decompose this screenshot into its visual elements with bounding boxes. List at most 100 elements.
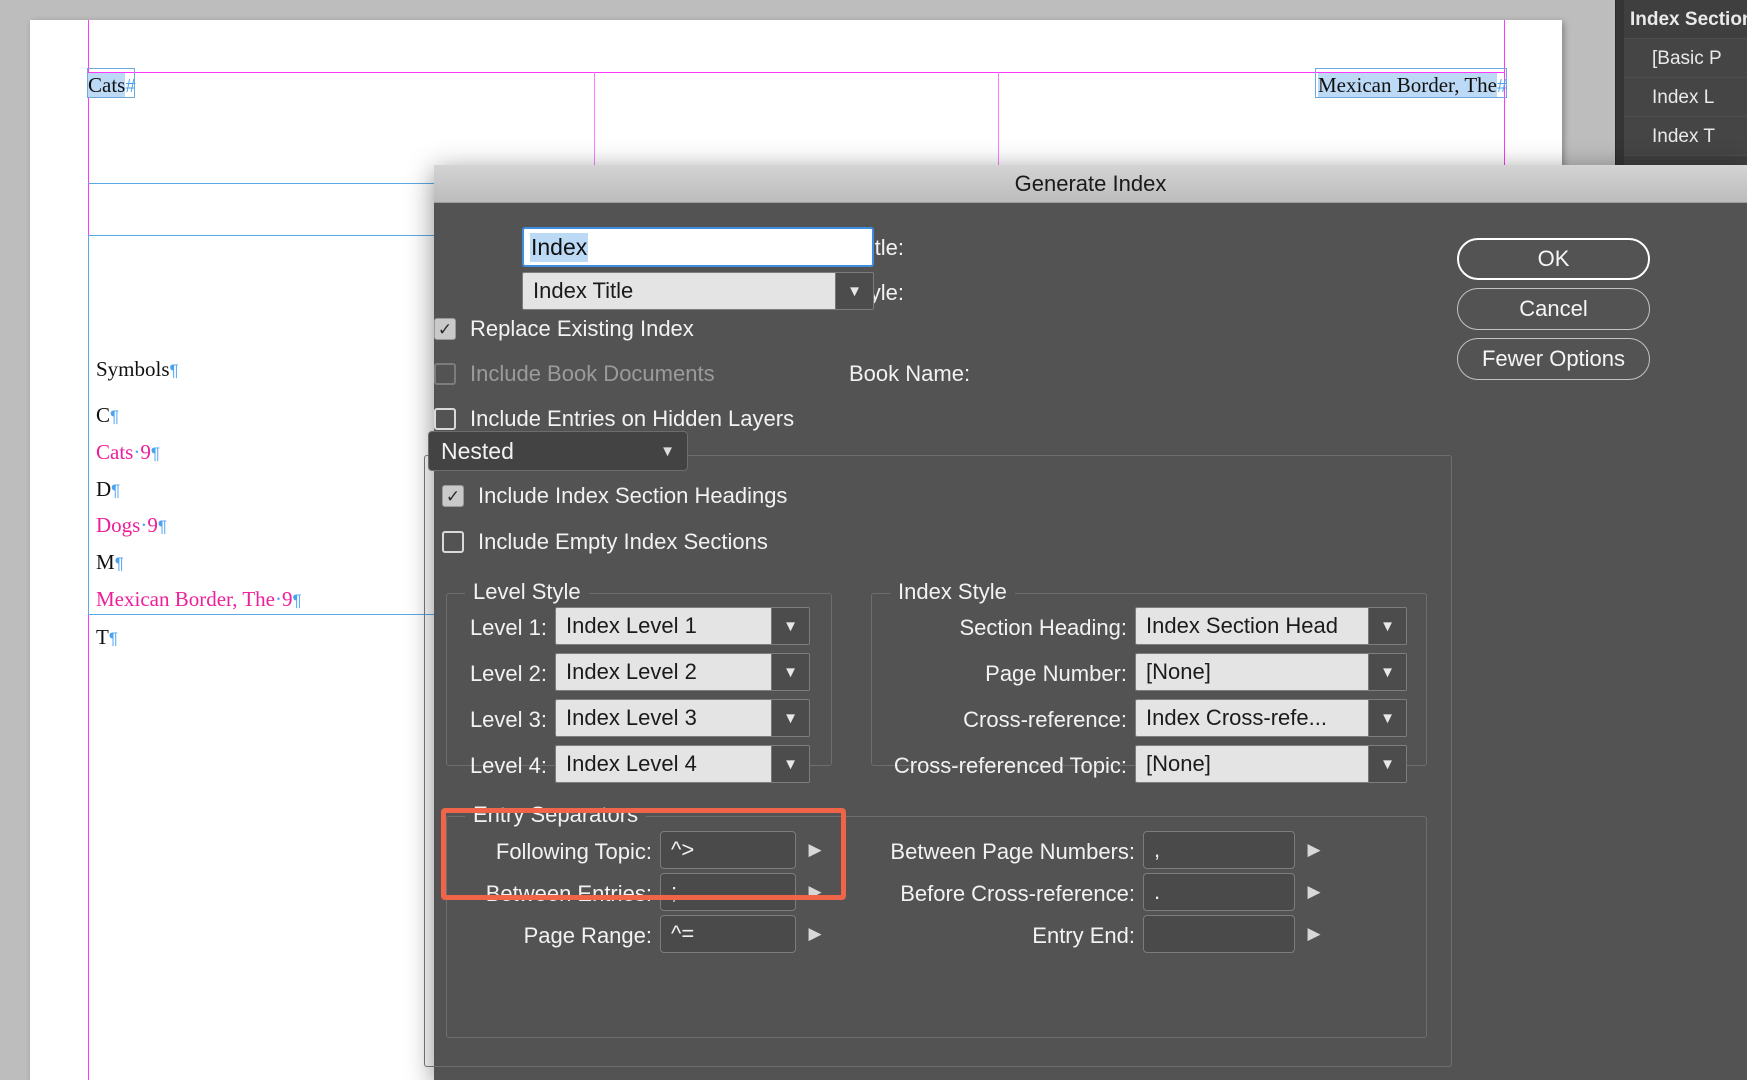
doc-header-cats: Cats# [88,73,136,97]
entry-separators-group: Entry Separators Following Topic: ^> ▶ B… [446,802,1427,1038]
checkbox-include-section-headings[interactable]: ✓ [442,485,464,507]
chevron-down-icon: ▼ [835,273,873,309]
page-number-dropdown[interactable]: [None] ▼ [1135,653,1407,691]
page-range-label-wrap: Page Range: [447,923,652,949]
before-cross-reference-label-wrap: Before Cross-reference: [845,881,1135,907]
cross-reference-value: Index Cross-refe... [1136,700,1368,736]
include-empty-sections-checkbox-row[interactable]: Include Empty Index Sections [442,529,768,555]
format-dropdown-value: Nested [441,437,514,464]
between-entries-value: ; [671,879,678,904]
level-1-label: Level 1: [469,615,547,640]
chevron-down-icon: ▼ [771,608,809,644]
level-4-label-wrap: Level 4: [437,753,547,779]
page-number-label-wrap: Page Number: [872,661,1127,687]
generate-index-dialog: Generate Index Title: Index Title Style:… [424,165,1747,1080]
checkbox-replace-existing-index[interactable]: ✓ [434,318,456,340]
title-style-dropdown[interactable]: Index Title ▼ [522,272,874,310]
level-4-label: Level 4: [469,753,547,778]
level-3-value: Index Level 3 [556,700,771,736]
level-4-value: Index Level 4 [556,746,771,782]
index-entry-d: D¶ [96,477,121,501]
index-entry-dogs: Dogs·9¶ [96,513,167,537]
entry-end-label: Entry End: [1032,923,1135,948]
level-2-label-wrap: Level 2: [437,661,547,687]
section-heading-dropdown[interactable]: Index Section Head ▼ [1135,607,1407,645]
cancel-button-label: Cancel [1519,296,1588,321]
chevron-down-icon: ▼ [771,746,809,782]
following-topic-menu-arrow-icon[interactable]: ▶ [804,831,826,869]
index-style-group: Index Style Section Heading: Index Secti… [871,579,1427,783]
cross-referenced-topic-dropdown[interactable]: [None] ▼ [1135,745,1407,783]
between-entries-input[interactable]: ; [660,873,796,911]
chevron-down-icon: ▼ [771,654,809,690]
fewer-options-button[interactable]: Fewer Options [1457,338,1650,380]
before-cross-reference-value: . [1154,879,1161,904]
section-heading-value: Index Section Head [1136,608,1368,644]
level-1-value: Index Level 1 [556,608,771,644]
level-2-value: Index Level 2 [556,654,771,690]
checkbox-include-empty-sections[interactable] [442,531,464,553]
page-range-row[interactable]: ^= ▶ [660,915,826,953]
chevron-down-icon: ▼ [1368,746,1406,782]
cross-reference-label: Cross-reference: [963,707,1127,732]
cross-reference-dropdown[interactable]: Index Cross-refe... ▼ [1135,699,1407,737]
index-entry-cats: Cats·9¶ [96,440,160,464]
doc-header-mexican-border: Mexican Border, The# [1318,73,1507,97]
title-input[interactable]: Index [522,227,874,267]
page-range-menu-arrow-icon[interactable]: ▶ [804,915,826,953]
level-3-label-wrap: Level 3: [437,707,547,733]
panel-row-index-title[interactable]: Index T [1616,117,1747,156]
chevron-down-icon: ▼ [771,700,809,736]
level-2-dropdown[interactable]: Index Level 2 ▼ [555,653,810,691]
dialog-body: Title: Index Title Style: Index Title ▼ … [424,203,1747,1080]
ok-button[interactable]: OK [1457,238,1650,280]
chevron-down-icon: ▼ [1368,608,1406,644]
page-range-label: Page Range: [523,923,652,948]
before-cross-reference-menu-arrow-icon[interactable]: ▶ [1303,873,1325,911]
include-section-headings-checkbox-row[interactable]: ✓ Include Index Section Headings [442,483,787,509]
fewer-options-button-label: Fewer Options [1481,346,1626,371]
before-cross-reference-label: Before Cross-reference: [900,881,1135,906]
panel-row-basic-paragraph[interactable]: [Basic P [1616,39,1747,78]
index-entry-mexican-border: Mexican Border, The·9¶ [96,587,302,611]
title-style-value: Index Title [523,273,835,309]
cross-referenced-topic-value: [None] [1136,746,1368,782]
cancel-button[interactable]: Cancel [1457,288,1650,330]
replace-existing-index-checkbox-row[interactable]: ✓ Replace Existing Index [434,316,694,342]
between-page-numbers-menu-arrow-icon[interactable]: ▶ [1303,831,1325,869]
page-number-value: [None] [1136,654,1368,690]
level-1-dropdown[interactable]: Index Level 1 ▼ [555,607,810,645]
format-dropdown[interactable]: Nested ▼ [428,431,688,471]
index-style-group-title: Index Style [890,579,1015,605]
index-entry-symbols: Symbols¶ [96,357,179,381]
panel-row-index-level[interactable]: Index L [1616,78,1747,117]
margin-guide-top [88,72,1504,73]
between-page-numbers-row[interactable]: , ▶ [1143,831,1325,869]
entry-end-input[interactable] [1143,915,1295,953]
checkbox-include-hidden-layers[interactable] [434,408,456,430]
level-3-dropdown[interactable]: Index Level 3 ▼ [555,699,810,737]
title-input-value: Index [530,232,589,262]
page-number-label: Page Number: [985,661,1127,686]
between-entries-menu-arrow-icon[interactable]: ▶ [804,873,826,911]
include-hidden-layers-checkbox-row[interactable]: Include Entries on Hidden Layers [434,406,794,432]
panel-row-index-section[interactable]: Index Section [1616,0,1747,39]
following-topic-row[interactable]: ^> ▶ [660,831,826,869]
level-1-label-wrap: Level 1: [437,615,547,641]
between-page-numbers-input[interactable]: , [1143,831,1295,869]
entry-separators-group-title: Entry Separators [465,802,647,828]
index-entry-t: T¶ [96,625,118,649]
level-4-dropdown[interactable]: Index Level 4 ▼ [555,745,810,783]
before-cross-reference-input[interactable]: . [1143,873,1295,911]
entry-end-menu-arrow-icon[interactable]: ▶ [1303,915,1325,953]
between-entries-row[interactable]: ; ▶ [660,873,826,911]
following-topic-input[interactable]: ^> [660,831,796,869]
before-cross-reference-row[interactable]: . ▶ [1143,873,1325,911]
entry-end-row[interactable]: ▶ [1143,915,1325,953]
following-topic-label: Following Topic: [495,839,652,864]
dialog-title: Generate Index [1014,170,1167,196]
between-page-numbers-label: Between Page Numbers: [890,839,1135,864]
page-range-input[interactable]: ^= [660,915,796,953]
between-entries-label: Between Entries: [485,881,652,906]
section-heading-label: Section Heading: [959,615,1127,640]
